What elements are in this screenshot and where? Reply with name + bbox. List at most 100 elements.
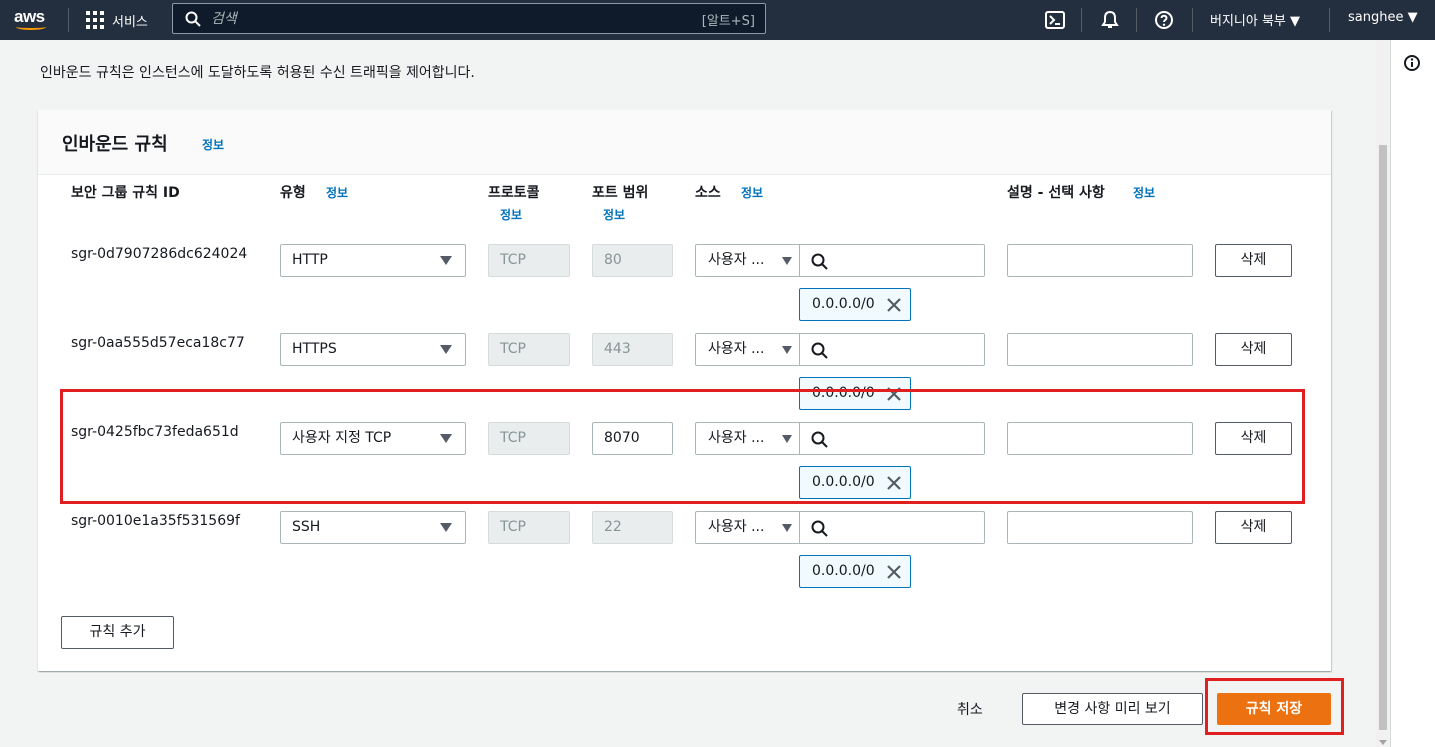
- cidr-token: 0.0.0.0/0: [799, 377, 911, 410]
- search-icon: [811, 342, 828, 359]
- protocol-field: TCP: [488, 511, 570, 544]
- cidr-token: 0.0.0.0/0: [799, 288, 911, 321]
- close-icon[interactable]: [885, 474, 903, 492]
- type-select-value: HTTPS: [292, 341, 337, 357]
- caret-down-icon: [440, 523, 452, 532]
- port-range-info-link[interactable]: 정보: [603, 206, 625, 223]
- save-rules-button[interactable]: 규칙 저장: [1217, 693, 1331, 725]
- source-type-value: 사용자 ...: [708, 341, 765, 357]
- aws-logo[interactable]: aws: [14, 7, 50, 33]
- panel-header: 인바운드 규칙 정보: [38, 110, 1331, 175]
- search-icon: [185, 11, 201, 27]
- type-info-link[interactable]: 정보: [326, 184, 348, 201]
- services-menu-button[interactable]: 서비스: [86, 9, 148, 31]
- caret-down-icon: [782, 524, 792, 532]
- panel-info-link[interactable]: 정보: [202, 136, 224, 153]
- right-help-panel: [1390, 40, 1435, 747]
- search-input[interactable]: [211, 4, 681, 33]
- rule-id: sgr-0010e1a35f531569f: [71, 513, 240, 529]
- scroll-down-arrow[interactable]: [1379, 740, 1387, 745]
- close-icon[interactable]: [885, 296, 903, 314]
- region-selector[interactable]: 버지니아 북부 ▼: [1210, 10, 1300, 29]
- help-icon[interactable]: [1153, 9, 1175, 31]
- port-range-input[interactable]: 8070: [592, 422, 673, 455]
- description-input[interactable]: [1007, 333, 1193, 366]
- source-type-value: 사용자 ...: [708, 519, 765, 535]
- info-circle-icon[interactable]: [1404, 55, 1420, 71]
- inbound-rules-panel: 인바운드 규칙 정보 보안 그룹 규칙 ID 유형 정보 프로토콜 정보 포트 …: [38, 110, 1331, 671]
- vertical-scrollbar[interactable]: [1376, 40, 1390, 747]
- protocol-field: TCP: [488, 244, 570, 277]
- protocol-field: TCP: [488, 333, 570, 366]
- source-type-value: 사용자 ...: [708, 252, 765, 268]
- description-input[interactable]: [1007, 511, 1193, 544]
- description-info-link[interactable]: 정보: [1133, 184, 1155, 201]
- source-type-select[interactable]: 사용자 ...: [695, 244, 800, 277]
- delete-rule-button[interactable]: 삭제: [1215, 244, 1292, 277]
- rule-id: sgr-0aa555d57eca18c77: [71, 335, 245, 351]
- close-icon[interactable]: [885, 385, 903, 403]
- preview-changes-button[interactable]: 변경 사항 미리 보기: [1022, 693, 1203, 725]
- port-range-field: 443: [592, 333, 673, 366]
- aws-logo-smile: [16, 24, 46, 30]
- services-label: 서비스: [112, 14, 148, 30]
- cancel-link[interactable]: 취소: [957, 699, 983, 719]
- type-select[interactable]: HTTPS: [280, 333, 466, 366]
- description-input[interactable]: [1007, 244, 1193, 277]
- close-icon[interactable]: [885, 563, 903, 581]
- cidr-token: 0.0.0.0/0: [799, 466, 911, 499]
- caret-down-icon: [782, 346, 792, 354]
- nav-divider: [68, 8, 69, 32]
- source-cidr-search[interactable]: [799, 333, 985, 366]
- search-shortcut-hint: [알트+S]: [701, 14, 755, 29]
- delete-rule-button[interactable]: 삭제: [1215, 333, 1292, 366]
- nav-divider: [1136, 8, 1137, 32]
- source-type-select[interactable]: 사용자 ...: [695, 333, 800, 366]
- scroll-thumb[interactable]: [1379, 145, 1387, 730]
- source-cidr-search[interactable]: [799, 244, 985, 277]
- cidr-token-label: 0.0.0.0/0: [812, 296, 875, 312]
- cidr-token-label: 0.0.0.0/0: [812, 563, 875, 579]
- nav-divider: [1329, 8, 1330, 32]
- top-navigation-bar: aws 서비스 [알트+S] 버지니아 북부 ▼ sanghee ▼: [0, 0, 1435, 40]
- add-rule-button[interactable]: 규칙 추가: [61, 616, 174, 649]
- type-select[interactable]: HTTP: [280, 244, 466, 277]
- port-range-field: 22: [592, 511, 673, 544]
- rule-id: sgr-0d7907286dc624024: [71, 246, 248, 262]
- column-header-rule-id: 보안 그룹 규칙 ID: [71, 185, 180, 201]
- source-type-select[interactable]: 사용자 ...: [695, 511, 800, 544]
- type-select-value: HTTP: [292, 252, 328, 268]
- source-cidr-search[interactable]: [799, 422, 985, 455]
- type-select-value: SSH: [292, 519, 321, 535]
- bell-icon[interactable]: [1099, 9, 1121, 31]
- source-info-link[interactable]: 정보: [741, 184, 763, 201]
- column-header-source: 소스: [695, 185, 721, 201]
- search-icon: [811, 431, 828, 448]
- nav-divider: [1192, 8, 1193, 32]
- column-header-type: 유형: [280, 185, 306, 201]
- panel-title: 인바운드 규칙: [62, 134, 168, 155]
- type-select[interactable]: SSH: [280, 511, 466, 544]
- type-select-value: 사용자 지정 TCP: [292, 430, 392, 446]
- user-menu[interactable]: sanghee ▼: [1348, 10, 1418, 25]
- column-header-protocol: 프로토콜: [488, 185, 540, 201]
- caret-down-icon: [440, 345, 452, 354]
- search-icon: [811, 520, 828, 537]
- source-cidr-search[interactable]: [799, 511, 985, 544]
- cloudshell-icon[interactable]: [1044, 9, 1066, 31]
- column-header-port-range: 포트 범위: [592, 185, 649, 201]
- source-type-value: 사용자 ...: [708, 430, 765, 446]
- protocol-info-link[interactable]: 정보: [500, 206, 522, 223]
- description-input[interactable]: [1007, 422, 1193, 455]
- port-range-field: 80: [592, 244, 673, 277]
- search-icon: [811, 253, 828, 270]
- cidr-token-label: 0.0.0.0/0: [812, 474, 875, 490]
- delete-rule-button[interactable]: 삭제: [1215, 511, 1292, 544]
- source-type-select[interactable]: 사용자 ...: [695, 422, 800, 455]
- type-select[interactable]: 사용자 지정 TCP: [280, 422, 466, 455]
- delete-rule-button[interactable]: 삭제: [1215, 422, 1292, 455]
- caret-down-icon: [782, 435, 792, 443]
- global-search-box[interactable]: [알트+S]: [172, 3, 766, 34]
- column-header-description: 설명 - 선택 사항: [1007, 185, 1105, 201]
- cidr-token: 0.0.0.0/0: [799, 555, 911, 588]
